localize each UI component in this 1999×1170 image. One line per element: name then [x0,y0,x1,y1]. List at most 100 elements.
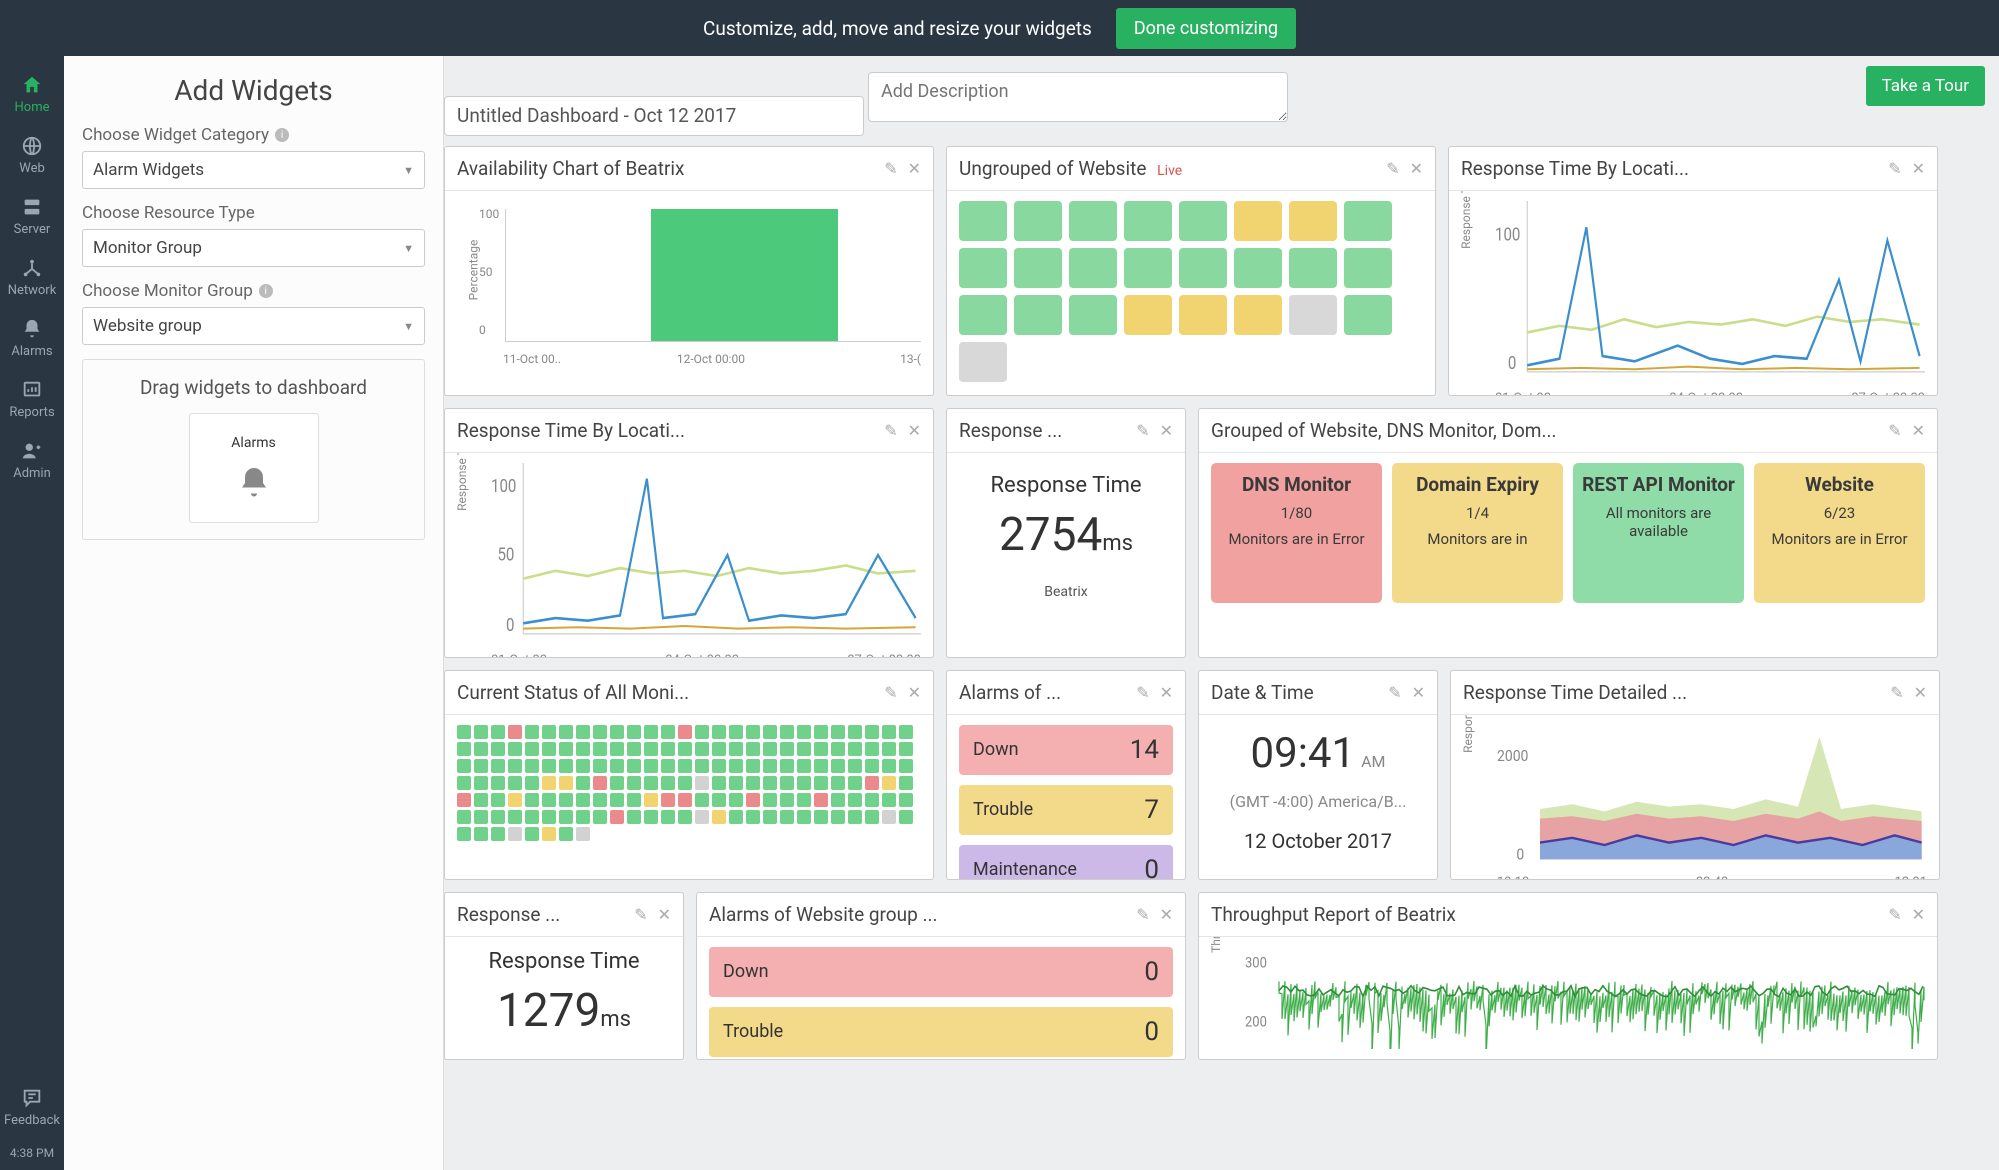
status-dot[interactable] [644,725,658,739]
dashboard-title-input[interactable] [444,96,864,136]
status-dot[interactable] [542,776,556,790]
status-dot[interactable] [814,725,828,739]
status-dot[interactable] [474,759,488,773]
status-dot[interactable] [576,776,590,790]
close-icon[interactable] [1160,683,1173,702]
status-dot[interactable] [559,725,573,739]
status-dot[interactable] [712,793,726,807]
status-dot[interactable] [797,759,811,773]
status-tile[interactable] [1234,201,1282,241]
status-dot[interactable] [627,725,641,739]
status-dot[interactable] [780,810,794,824]
edit-icon[interactable] [1136,421,1149,440]
status-dot[interactable] [661,776,675,790]
status-dot[interactable] [644,793,658,807]
edit-icon[interactable] [634,905,647,924]
status-tile[interactable] [1014,201,1062,241]
status-dot[interactable] [746,759,760,773]
status-dot[interactable] [593,759,607,773]
status-dot[interactable] [865,793,879,807]
status-dot[interactable] [746,793,760,807]
status-dot[interactable] [695,725,709,739]
status-dot[interactable] [644,810,658,824]
status-dot[interactable] [797,725,811,739]
status-dot[interactable] [474,793,488,807]
select-monitor-group[interactable]: Website group▼ [82,307,425,345]
status-tile[interactable] [959,342,1007,382]
status-dot[interactable] [593,776,607,790]
status-dot[interactable] [780,759,794,773]
status-tile[interactable] [1069,201,1117,241]
status-dot[interactable] [814,810,828,824]
nav-feedback[interactable]: Feedback [0,1077,64,1138]
status-dot[interactable] [729,742,743,756]
close-icon[interactable] [908,421,921,440]
close-icon[interactable] [1412,683,1425,702]
status-dot[interactable] [559,742,573,756]
status-dot[interactable] [882,793,896,807]
status-dot[interactable] [525,793,539,807]
status-dot[interactable] [848,810,862,824]
status-dot[interactable] [831,810,845,824]
edit-icon[interactable] [1888,421,1901,440]
status-dot[interactable] [746,742,760,756]
status-dot[interactable] [474,810,488,824]
status-dot[interactable] [797,810,811,824]
status-dot[interactable] [848,793,862,807]
status-dot[interactable] [661,742,675,756]
alarm-row[interactable]: Trouble7 [959,785,1173,835]
group-box[interactable]: REST API MonitorAll monitors are availab… [1573,463,1744,603]
status-dot[interactable] [831,759,845,773]
nav-reports[interactable]: Reports [0,369,64,430]
status-dot[interactable] [661,793,675,807]
status-dot[interactable] [814,742,828,756]
status-dot[interactable] [865,725,879,739]
edit-icon[interactable] [1136,905,1149,924]
status-dot[interactable] [491,759,505,773]
status-dot[interactable] [763,810,777,824]
status-dot[interactable] [814,759,828,773]
status-tile[interactable] [959,248,1007,288]
edit-icon[interactable] [884,683,897,702]
info-icon[interactable]: i [259,284,273,298]
status-dot[interactable] [610,776,624,790]
status-dot[interactable] [695,793,709,807]
status-dot[interactable] [644,742,658,756]
status-dot[interactable] [474,742,488,756]
status-dot[interactable] [457,827,471,841]
dashboard-description-input[interactable] [868,72,1288,122]
status-dot[interactable] [797,776,811,790]
status-dot[interactable] [576,827,590,841]
take-tour-button[interactable]: Take a Tour [1866,66,1985,106]
status-dot[interactable] [610,742,624,756]
nav-network[interactable]: Network [0,247,64,308]
status-dot[interactable] [882,742,896,756]
status-tile[interactable] [959,201,1007,241]
status-dot[interactable] [763,742,777,756]
status-tile[interactable] [1014,248,1062,288]
status-dot[interactable] [491,776,505,790]
status-dot[interactable] [729,725,743,739]
status-dot[interactable] [729,776,743,790]
status-dot[interactable] [729,759,743,773]
close-icon[interactable] [1912,421,1925,440]
status-dot[interactable] [474,827,488,841]
status-dot[interactable] [661,810,675,824]
close-icon[interactable] [1912,159,1925,178]
status-dot[interactable] [746,725,760,739]
nav-server[interactable]: Server [0,186,64,247]
status-tile[interactable] [1124,201,1172,241]
status-dot[interactable] [831,793,845,807]
edit-icon[interactable] [1136,683,1149,702]
widget-tile-alarms[interactable]: Alarms [189,413,319,523]
edit-icon[interactable] [1890,683,1903,702]
status-tile[interactable] [1344,295,1392,335]
status-dot[interactable] [610,725,624,739]
status-dot[interactable] [508,793,522,807]
status-dot[interactable] [627,810,641,824]
status-dot[interactable] [712,725,726,739]
status-dot[interactable] [644,759,658,773]
status-dot[interactable] [712,742,726,756]
close-icon[interactable] [1912,905,1925,924]
status-dot[interactable] [848,742,862,756]
